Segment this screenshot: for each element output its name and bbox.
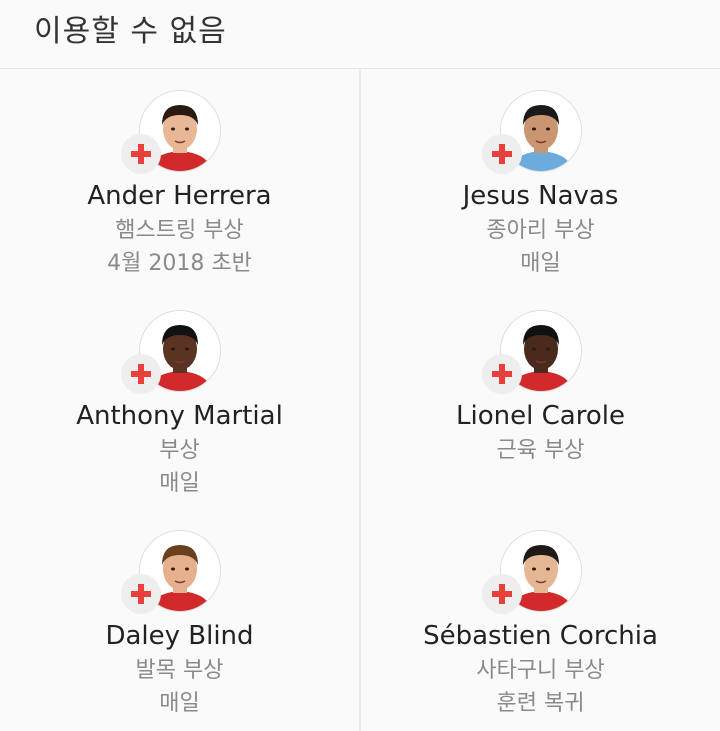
player-card[interactable]: Anthony Martial 부상 매일 — [0, 290, 359, 510]
page-header: 이용할 수 없음 — [0, 0, 720, 69]
return-date: 매일 — [159, 471, 200, 496]
player-name: Jesus Navas — [462, 181, 619, 211]
injury-type: 근육 부상 — [496, 438, 585, 463]
injury-type: 종아리 부상 — [486, 218, 595, 243]
red-cross-icon — [121, 134, 161, 174]
player-card[interactable]: Daley Blind 발목 부상 매일 — [0, 510, 359, 730]
player-name: Lionel Carole — [456, 401, 625, 431]
return-date: 훈련 복귀 — [496, 691, 585, 716]
red-cross-icon — [482, 354, 522, 394]
injury-type: 발목 부상 — [135, 658, 224, 683]
player-name: Sébastien Corchia — [423, 621, 658, 651]
return-date: 매일 — [520, 251, 561, 276]
injury-type: 사타구니 부상 — [476, 658, 605, 683]
player-card[interactable]: Ander Herrera 햄스트링 부상 4월 2018 초반 — [0, 70, 359, 290]
player-card[interactable]: Sébastien Corchia 사타구니 부상 훈련 복귀 — [361, 510, 720, 730]
player-name: Ander Herrera — [87, 181, 272, 211]
return-date: 4월 2018 초반 — [107, 251, 252, 276]
page-title: 이용할 수 없음 — [34, 14, 227, 49]
red-cross-icon — [482, 574, 522, 614]
red-cross-icon — [121, 354, 161, 394]
player-card[interactable]: Lionel Carole 근육 부상 — [361, 290, 720, 510]
injury-type: 부상 — [159, 438, 200, 463]
injury-type: 햄스트링 부상 — [115, 218, 244, 243]
red-cross-icon — [482, 134, 522, 174]
red-cross-icon — [121, 574, 161, 614]
return-date: 매일 — [159, 691, 200, 716]
player-name: Daley Blind — [105, 621, 254, 651]
player-card[interactable]: Jesus Navas 종아리 부상 매일 — [361, 70, 720, 290]
player-name: Anthony Martial — [76, 401, 283, 431]
